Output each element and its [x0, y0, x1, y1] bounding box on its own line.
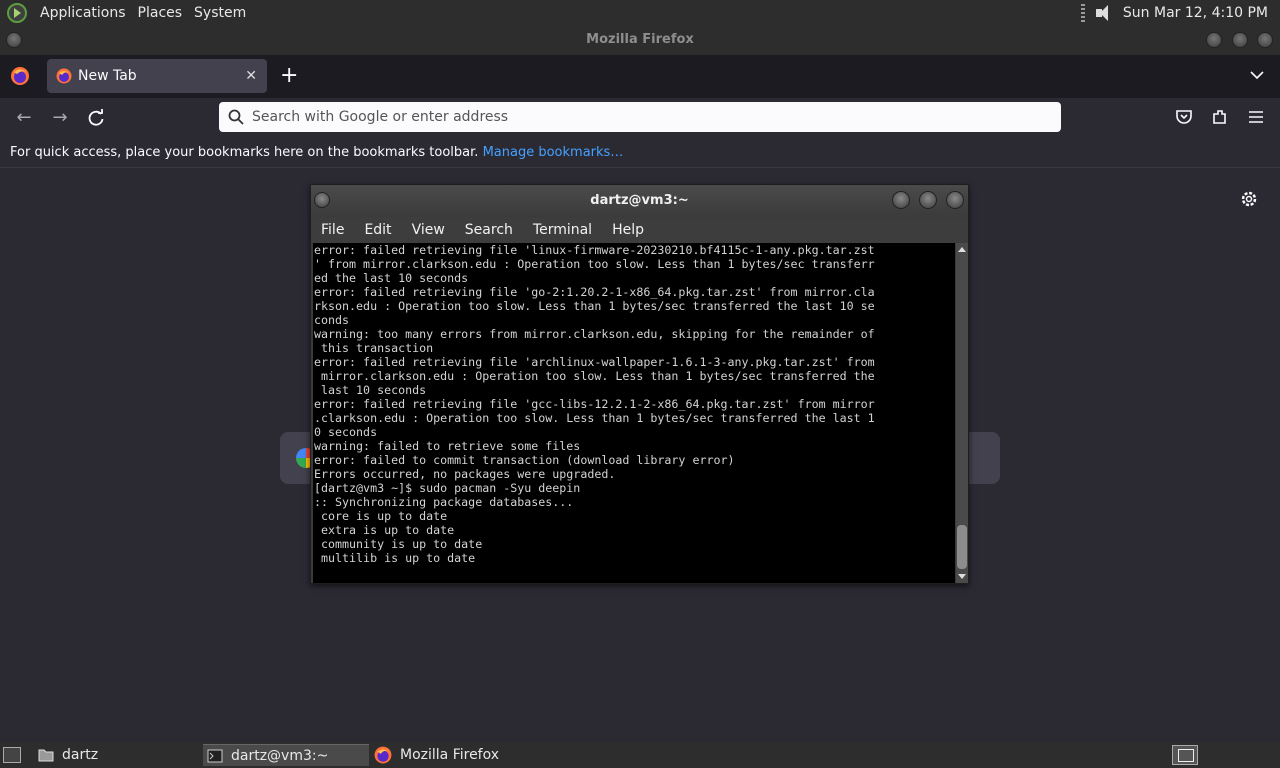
- firefox-icon: [374, 746, 392, 764]
- menu-view[interactable]: View: [412, 222, 445, 238]
- menu-applications[interactable]: Applications: [34, 5, 132, 21]
- menu-help[interactable]: Help: [612, 222, 644, 238]
- nav-bar: ← →: [0, 98, 1280, 138]
- minimize-button[interactable]: [892, 191, 910, 209]
- taskbar-label: dartz: [62, 747, 99, 763]
- reload-icon[interactable]: [86, 108, 106, 128]
- tab-close-icon[interactable]: ✕: [245, 68, 257, 84]
- terminal-window: dartz@vm3:~ File Edit View Search Termin…: [310, 184, 969, 584]
- window-menu-icon[interactable]: [314, 192, 330, 208]
- taskbar-label: dartz@vm3:~: [231, 747, 329, 764]
- bottom-panel: dartz dartz@vm3:~ Mozilla Firefox: [0, 742, 1280, 768]
- manage-bookmarks-link[interactable]: Manage bookmarks…: [483, 145, 624, 160]
- terminal-titlebar[interactable]: dartz@vm3:~: [311, 185, 968, 217]
- show-desktop-button[interactable]: [3, 747, 21, 763]
- maximize-button[interactable]: [919, 191, 937, 209]
- taskbar-item-dartz[interactable]: dartz: [38, 744, 198, 766]
- window-menu-icon[interactable]: [6, 32, 22, 48]
- menu-file[interactable]: File: [321, 222, 344, 238]
- minimize-button[interactable]: [1206, 32, 1222, 48]
- terminal-title: dartz@vm3:~: [590, 193, 689, 208]
- terminal-menubar: File Edit View Search Terminal Help: [311, 217, 968, 243]
- close-button[interactable]: [946, 191, 964, 209]
- hamburger-menu-icon[interactable]: [1247, 108, 1265, 126]
- speaker-icon[interactable]: [1093, 3, 1115, 23]
- url-bar[interactable]: [219, 102, 1061, 132]
- taskbar-item-firefox[interactable]: Mozilla Firefox: [374, 744, 574, 766]
- scroll-down-icon[interactable]: [958, 574, 966, 579]
- close-button[interactable]: [1257, 32, 1273, 48]
- scroll-up-icon[interactable]: [958, 247, 966, 252]
- extensions-icon[interactable]: [1211, 108, 1229, 126]
- firefox-titlebar: Mozilla Firefox: [0, 25, 1280, 55]
- taskbar-item-terminal[interactable]: dartz@vm3:~: [203, 744, 369, 766]
- back-button[interactable]: ←: [14, 108, 34, 128]
- workspace-switcher[interactable]: [1172, 745, 1198, 765]
- url-input[interactable]: [252, 109, 1032, 125]
- gear-icon[interactable]: [1240, 190, 1258, 208]
- panel-handle-icon: [1080, 3, 1085, 22]
- tab-new-tab[interactable]: New Tab ✕: [47, 59, 267, 93]
- terminal-output-area[interactable]: error: failed retrieving file 'linux-fir…: [313, 243, 955, 583]
- search-icon: [228, 109, 244, 125]
- pocket-icon[interactable]: [1175, 108, 1193, 126]
- firefox-icon[interactable]: [10, 66, 30, 86]
- firefox-icon: [56, 68, 72, 84]
- menu-terminal[interactable]: Terminal: [533, 222, 592, 238]
- clock[interactable]: Sun Mar 12, 4:10 PM: [1123, 5, 1268, 21]
- menu-edit[interactable]: Edit: [364, 222, 391, 238]
- chevron-down-icon[interactable]: [1250, 68, 1264, 82]
- folder-icon: [38, 749, 54, 762]
- menu-system[interactable]: System: [188, 5, 252, 21]
- tab-strip: New Tab ✕ +: [0, 55, 1280, 98]
- new-tab-button[interactable]: +: [280, 64, 298, 88]
- terminal-output: error: failed retrieving file 'linux-fir…: [314, 243, 875, 565]
- menu-places[interactable]: Places: [132, 5, 189, 21]
- mate-logo-icon[interactable]: [7, 2, 27, 23]
- bookmarks-hint: For quick access, place your bookmarks h…: [10, 145, 479, 160]
- top-panel: Applications Places System Sun Mar 12, 4…: [0, 0, 1280, 25]
- menu-search[interactable]: Search: [465, 222, 513, 238]
- terminal-icon: [207, 749, 223, 762]
- scrollbar-thumb[interactable]: [957, 525, 967, 569]
- maximize-button[interactable]: [1232, 32, 1248, 48]
- taskbar-label: Mozilla Firefox: [400, 747, 500, 763]
- bookmarks-toolbar: For quick access, place your bookmarks h…: [0, 138, 1280, 168]
- forward-button[interactable]: →: [50, 108, 70, 128]
- firefox-window-title: Mozilla Firefox: [586, 32, 694, 47]
- tab-label: New Tab: [78, 68, 137, 84]
- terminal-scrollbar[interactable]: [956, 243, 968, 583]
